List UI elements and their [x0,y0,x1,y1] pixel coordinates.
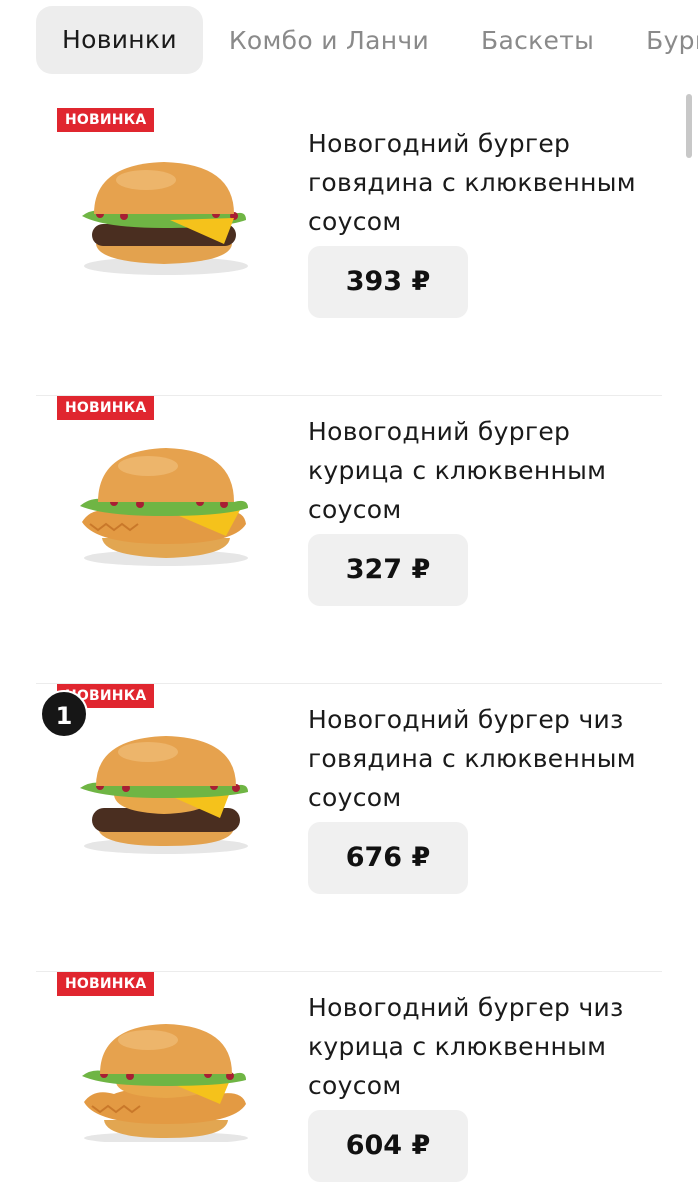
new-badge: НОВИНКА [57,972,155,996]
product-card[interactable]: НОВИНКА Новогодний бургер говядина с клю… [36,108,662,396]
product-card[interactable]: НОВИНКА Новогодний бургер курица с клюкв… [36,396,662,684]
cart-count-badge: 1 [40,690,88,738]
cheese-chicken-burger-icon [82,1024,248,1142]
product-card[interactable]: НОВИНКА 1 Новогодний бургер чиз говядина… [36,684,662,972]
tab-kombo-lanchi[interactable]: Комбо и Ланчи [229,26,429,55]
tab-baskety[interactable]: Баскеты [481,26,594,55]
tab-novinki[interactable]: Новинки [36,6,203,74]
category-tabs: Новинки Комбо и Ланчи Баскеты Бургеры [36,6,698,74]
price-button[interactable]: 676 ₽ [308,822,468,894]
chicken-burger-icon [80,448,248,566]
price-button[interactable]: 327 ₽ [308,534,468,606]
cheese-beef-burger-icon [80,736,248,854]
beef-burger-icon [82,162,248,275]
tab-burgery[interactable]: Бургеры [646,26,698,55]
product-name: Новогодний бургер чиз говядина с клюквен… [308,705,636,812]
product-name: Новогодний бургер курица с клюквенным со… [308,417,607,524]
scrollbar[interactable] [686,94,692,158]
price-button[interactable]: 604 ₽ [308,1110,468,1182]
new-badge: НОВИНКА [57,108,155,132]
product-name: Новогодний бургер чиз курица с клюквенны… [308,993,624,1100]
menu-page: Новинки Комбо и Ланчи Баскеты Бургеры НО… [0,0,698,1200]
product-card[interactable]: НОВИНКА Новогодний бургер чиз курица с к… [36,972,662,1200]
product-name: Новогодний бургер говядина с клюквенным … [308,129,636,236]
new-badge: НОВИНКА [57,396,155,420]
price-button[interactable]: 393 ₽ [308,246,468,318]
